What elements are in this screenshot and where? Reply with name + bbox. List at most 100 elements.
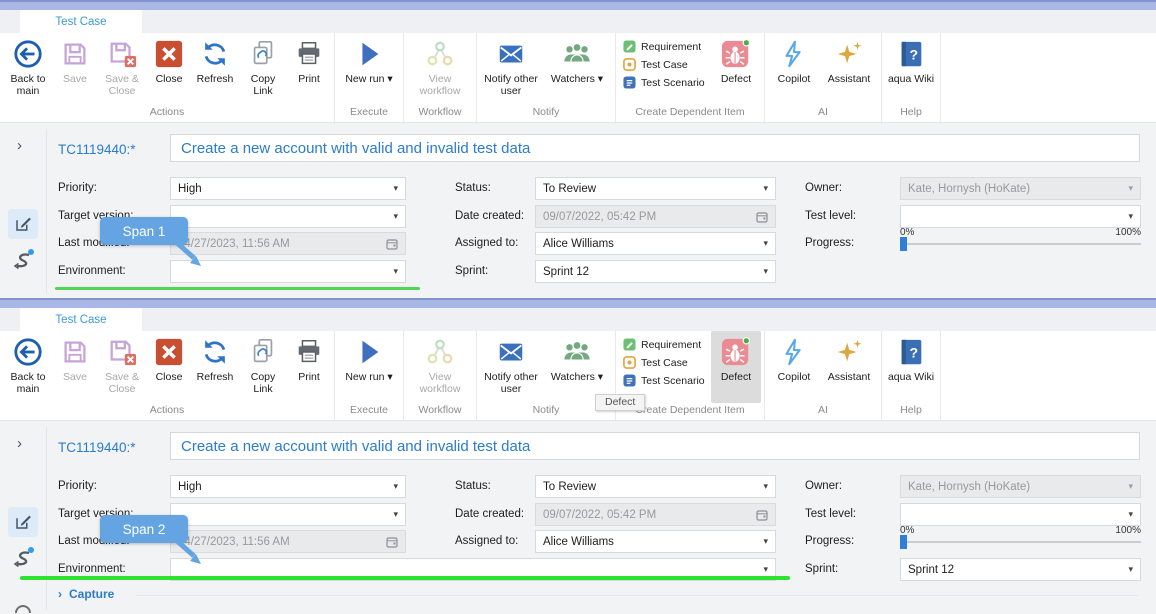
test-case-menu-item[interactable]: Test Case bbox=[623, 355, 707, 370]
test-case-menu-item[interactable]: Test Case bbox=[623, 57, 707, 72]
aqua-wiki-button[interactable]: ? aqua Wiki bbox=[885, 331, 937, 403]
progress-track[interactable] bbox=[900, 541, 1141, 543]
floppy-disk-icon bbox=[60, 38, 90, 70]
menu-item-label: Requirement bbox=[641, 339, 701, 351]
copy-link-button[interactable]: Copy Link bbox=[239, 331, 287, 403]
assigned-to-dropdown[interactable]: Alice Williams ▾ bbox=[535, 530, 776, 553]
sprint-dropdown[interactable]: Sprint 12 ▾ bbox=[900, 558, 1141, 581]
ribbon-group-execute: New run ▾ Execute bbox=[335, 331, 404, 420]
workflow-nodes-icon bbox=[425, 38, 455, 70]
form-area: › TC1119440:* Create a new account with … bbox=[0, 123, 1156, 298]
back-to-main-button[interactable]: Back to main bbox=[3, 33, 53, 105]
capture-section-header[interactable]: › Capture bbox=[58, 587, 114, 601]
copilot-button[interactable]: Copilot bbox=[768, 33, 820, 105]
view-workflow-button: View workflow bbox=[407, 331, 473, 403]
priority-dropdown[interactable]: High ▾ bbox=[170, 177, 406, 200]
progress-slider-handle[interactable] bbox=[900, 535, 907, 549]
button-label: Close bbox=[156, 371, 183, 383]
new-run-button[interactable]: New run ▾ bbox=[338, 331, 400, 403]
assigned-to-dropdown[interactable]: Alice Williams ▾ bbox=[535, 232, 776, 255]
ribbon-group-actions: Back to main Save Save & Close bbox=[0, 33, 335, 122]
button-label: Close bbox=[156, 73, 183, 85]
sidebar-edit-button[interactable] bbox=[8, 507, 38, 537]
test-case-window: Test Case Back to main Save bbox=[0, 298, 1156, 614]
copy-link-button[interactable]: Copy Link bbox=[239, 33, 287, 105]
target-version-dropdown[interactable]: ▾ bbox=[170, 503, 406, 526]
button-label: Save & Close bbox=[99, 73, 145, 98]
circle-left-arrow-icon bbox=[13, 336, 43, 368]
watchers-button[interactable]: Watchers ▾ bbox=[542, 33, 612, 105]
tab-test-case[interactable]: Test Case bbox=[20, 10, 142, 33]
watchers-button[interactable]: Watchers ▾ bbox=[542, 331, 612, 403]
copilot-button[interactable]: Copilot bbox=[768, 331, 820, 403]
button-label: Save bbox=[63, 371, 87, 383]
close-button[interactable]: Close bbox=[147, 33, 191, 105]
test-level-dropdown[interactable]: ▾ bbox=[900, 503, 1141, 526]
progress-slider: 0% 100% bbox=[900, 525, 1141, 543]
floppy-disk-x-icon bbox=[107, 38, 137, 70]
priority-dropdown[interactable]: High ▾ bbox=[170, 475, 406, 498]
print-button[interactable]: Print bbox=[287, 33, 331, 105]
sparkles-icon bbox=[834, 336, 864, 368]
green-highlight-line bbox=[20, 576, 790, 580]
requirement-menu-item[interactable]: Requirement bbox=[623, 337, 707, 352]
target-version-dropdown[interactable]: ▾ bbox=[170, 205, 406, 228]
save-and-close-button: Save & Close bbox=[97, 33, 147, 105]
chevron-down-icon: ▾ bbox=[763, 564, 768, 575]
sprint-dropdown[interactable]: Sprint 12 ▾ bbox=[535, 260, 776, 283]
test-level-dropdown[interactable]: ▾ bbox=[900, 205, 1141, 228]
sidebar-route-button[interactable] bbox=[10, 247, 36, 278]
test-scenario-menu-item[interactable]: Test Scenario bbox=[623, 373, 707, 388]
print-button[interactable]: Print bbox=[287, 331, 331, 403]
assistant-button[interactable]: Assistant bbox=[820, 331, 878, 403]
sidebar-more-button[interactable] bbox=[13, 599, 33, 614]
ribbon-group-label: Actions bbox=[3, 403, 331, 420]
status-dropdown[interactable]: To Review ▾ bbox=[535, 177, 776, 200]
progress-max: 100% bbox=[1115, 227, 1141, 240]
test-case-id: TC1119440:* bbox=[58, 440, 136, 455]
defect-button[interactable]: Defect bbox=[711, 33, 761, 105]
new-run-button[interactable]: New run ▾ bbox=[338, 33, 400, 105]
ribbon-group-label: Workflow bbox=[407, 403, 473, 420]
refresh-button[interactable]: Refresh bbox=[191, 33, 239, 105]
back-to-main-button[interactable]: Back to main bbox=[3, 331, 53, 403]
sidebar-edit-button[interactable] bbox=[8, 209, 38, 239]
edit-pencil-icon bbox=[14, 215, 32, 233]
people-group-icon bbox=[562, 38, 592, 70]
date-created-label: Date created: bbox=[455, 205, 524, 228]
chevron-down-icon: ▾ bbox=[1128, 509, 1133, 520]
button-label: Notify other user bbox=[482, 73, 540, 98]
sidebar-expand-chevron-icon[interactable]: › bbox=[17, 137, 22, 154]
status-dropdown[interactable]: To Review ▾ bbox=[535, 475, 776, 498]
priority-value: High bbox=[178, 183, 202, 195]
sprint-label: Sprint: bbox=[805, 558, 838, 581]
aqua-wiki-button[interactable]: ? aqua Wiki bbox=[885, 33, 937, 105]
sidebar-expand-chevron-icon[interactable]: › bbox=[17, 435, 22, 452]
notify-other-user-button[interactable]: Notify other user bbox=[480, 33, 542, 105]
close-button[interactable]: Close bbox=[147, 331, 191, 403]
form-area: › TC1119440:* Create a new account with … bbox=[0, 421, 1156, 614]
progress-slider-handle[interactable] bbox=[900, 237, 907, 251]
test-scenario-menu-item[interactable]: Test Scenario bbox=[623, 75, 707, 90]
sidebar-route-button[interactable] bbox=[10, 545, 36, 576]
assistant-button[interactable]: Assistant bbox=[820, 33, 878, 105]
status-label: Status: bbox=[455, 475, 491, 498]
tab-test-case[interactable]: Test Case bbox=[20, 308, 142, 331]
screen: Test Case Back to main Save bbox=[0, 0, 1156, 614]
test-case-id: TC1119440:* bbox=[58, 142, 136, 157]
ribbon-group-execute: New run ▾ Execute bbox=[335, 33, 404, 122]
progress-track[interactable] bbox=[900, 243, 1141, 245]
chevron-right-icon: › bbox=[58, 587, 62, 601]
ribbon-group-ai: Copilot Assistant AI bbox=[765, 331, 882, 420]
ribbon-group-help: ? aqua Wiki Help bbox=[882, 331, 941, 420]
title-input[interactable]: Create a new account with valid and inva… bbox=[170, 134, 1140, 162]
refresh-button[interactable]: Refresh bbox=[191, 331, 239, 403]
requirement-menu-item[interactable]: Requirement bbox=[623, 39, 707, 54]
title-input[interactable]: Create a new account with valid and inva… bbox=[170, 432, 1140, 460]
ribbon-group-label: Workflow bbox=[407, 105, 473, 122]
sidebar-divider bbox=[46, 427, 47, 610]
button-label: Assistant bbox=[828, 371, 871, 383]
notify-other-user-button[interactable]: Notify other user bbox=[480, 331, 542, 403]
span-annotation-arrow bbox=[172, 538, 206, 566]
defect-button[interactable]: Defect bbox=[711, 331, 761, 403]
